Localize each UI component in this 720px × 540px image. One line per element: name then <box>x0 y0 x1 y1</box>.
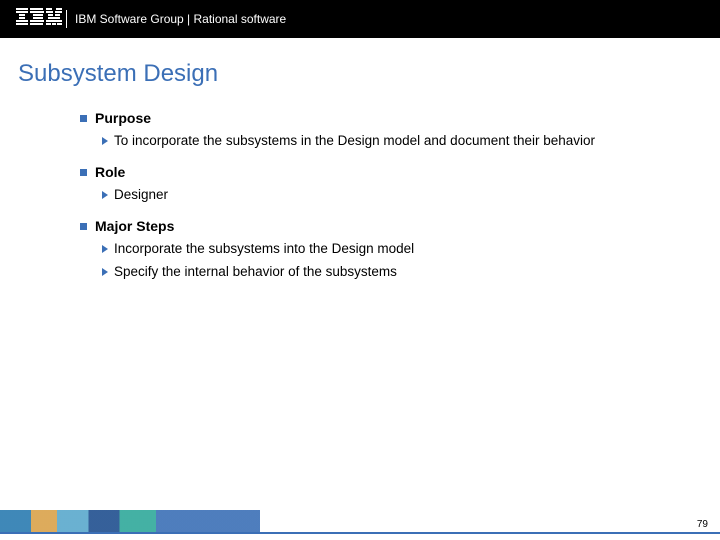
header-divider <box>66 10 67 28</box>
list-item-text: Designer <box>114 186 168 204</box>
footer-decoration-icon <box>0 510 260 532</box>
content-area: Purpose To incorporate the subsystems in… <box>0 88 720 281</box>
footer-line <box>0 532 720 534</box>
list-item: To incorporate the subsystems in the Des… <box>80 132 660 150</box>
section-head-major-steps: Major Steps <box>80 218 660 234</box>
square-bullet-icon <box>80 115 87 122</box>
list-item: Incorporate the subsystems into the Desi… <box>80 240 660 258</box>
square-bullet-icon <box>80 169 87 176</box>
triangle-bullet-icon <box>102 245 108 253</box>
header-text: IBM Software Group | Rational software <box>75 12 286 26</box>
triangle-bullet-icon <box>102 137 108 145</box>
triangle-bullet-icon <box>102 191 108 199</box>
section-head-purpose: Purpose <box>80 110 660 126</box>
page-number: 79 <box>697 519 708 530</box>
footer: 79 <box>0 510 720 540</box>
list-item-text: To incorporate the subsystems in the Des… <box>114 132 595 150</box>
section-head-role: Role <box>80 164 660 180</box>
square-bullet-icon <box>80 223 87 230</box>
list-item-text: Specify the internal behavior of the sub… <box>114 263 397 281</box>
list-item-text: Incorporate the subsystems into the Desi… <box>114 240 414 258</box>
page-title: Subsystem Design <box>0 38 720 88</box>
section-label: Major Steps <box>95 218 174 234</box>
section-label: Purpose <box>95 110 151 126</box>
list-item: Designer <box>80 186 660 204</box>
header-bar: IBM Software Group | Rational software <box>0 0 720 38</box>
ibm-logo-icon <box>16 8 62 31</box>
section-label: Role <box>95 164 125 180</box>
list-item: Specify the internal behavior of the sub… <box>80 263 660 281</box>
triangle-bullet-icon <box>102 268 108 276</box>
